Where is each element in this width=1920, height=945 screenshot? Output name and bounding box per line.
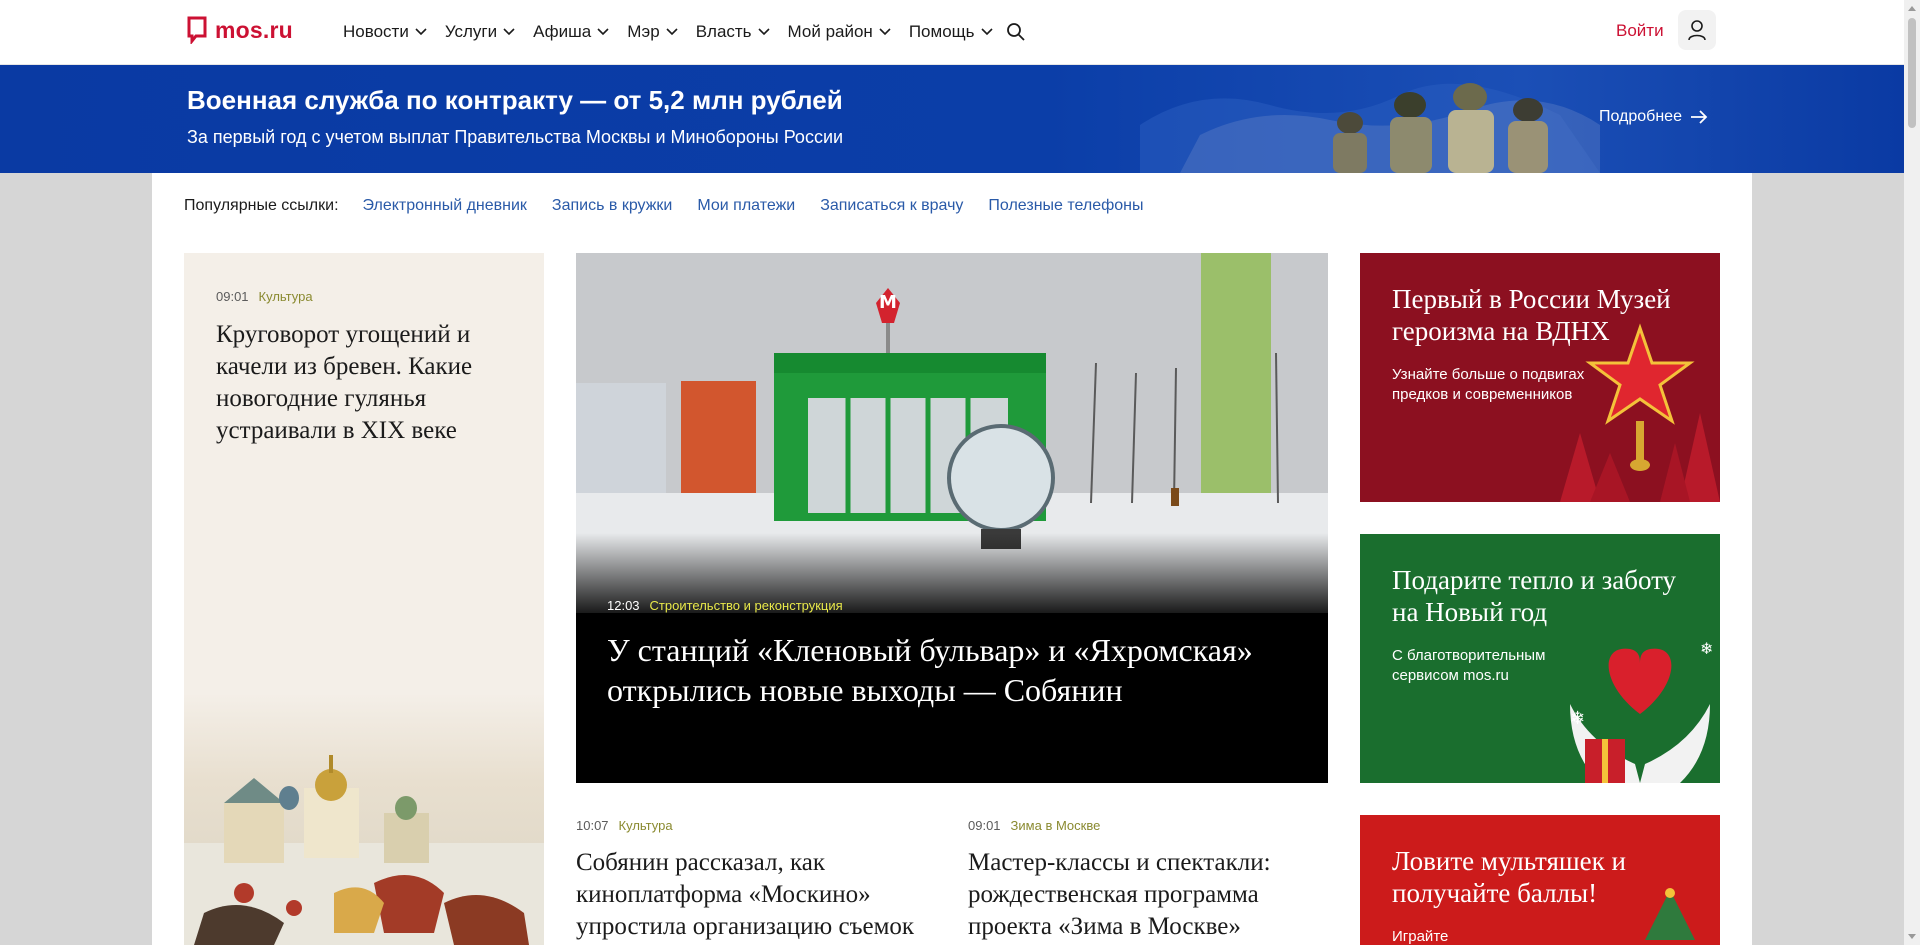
news-title: У станций «Кленовый бульвар» и «Яхромска… [607,632,1253,708]
popular-link-doctor[interactable]: Записаться к врачу [820,197,963,215]
page-scrollbar[interactable] [1904,0,1920,945]
promo-subtitle: Узнайте больше о подвигах предков и совр… [1392,366,1585,403]
news-category[interactable]: Строительство и реконструкция [650,598,843,613]
chevron-down-icon [415,28,427,36]
popular-link-clubs[interactable]: Запись в кружки [552,197,672,215]
nav-label: Услуги [444,22,498,41]
news-category[interactable]: Зима в Москве [1011,818,1101,833]
speech-bubble-logo-icon [187,16,207,44]
news-item-winter-moscow[interactable]: 09:01 Зима в Москве Мастер-классы и спек… [968,818,1328,943]
news-time: 09:01 [968,818,1001,833]
contract-service-banner[interactable]: Военная служба по контракту — от 5,2 млн… [0,65,1904,173]
news-meta: 10:07 Культура [576,818,936,833]
banner-subtitle: За первый год с учетом выплат Правительс… [187,127,844,147]
news-time: 10:07 [576,818,609,833]
nav-afisha[interactable]: Афиша [533,22,609,42]
nav-label: Афиша [533,22,592,41]
promo-subtitle: Играйте [1392,928,1449,945]
scroll-down-arrow-icon[interactable] [1908,934,1916,939]
scroll-thumb[interactable] [1908,18,1916,128]
logo-text: mos.ru [215,16,293,43]
chevron-down-icon [879,28,891,36]
news-category[interactable]: Культура [619,818,673,833]
nav-label: Мэр [627,22,660,41]
news-time: 09:01 [216,289,249,304]
svg-text:M: M [879,292,897,313]
nav-mayor[interactable]: Мэр [627,22,678,42]
news-title: Круговорот угощений и качели из бревен. … [216,321,473,444]
nav-my-district[interactable]: Мой район [788,22,891,42]
news-title: Собянин рассказал, как киноплатформа «Мо… [576,849,915,940]
svg-text:❄: ❄ [1570,708,1585,728]
nav-government[interactable]: Власть [696,22,770,42]
promo-title: Первый в России Музей героизма на ВДНХ [1392,284,1671,346]
nav-label: Помощь [908,22,975,41]
banner-more-link[interactable]: Подробнее [1599,108,1708,126]
news-meta: 09:01 Зима в Москве [968,818,1328,833]
search-icon[interactable] [1006,22,1026,42]
chevron-down-icon [757,28,770,36]
popular-link-phones[interactable]: Полезные телефоны [988,197,1143,215]
news-card-metro-main[interactable]: M 12:03 Строительство и реконструкция У … [576,253,1328,783]
news-time: 12:03 [607,598,640,613]
promo-subtitle: С благотворительным сервисом mos.ru [1392,647,1546,684]
arrow-right-icon [1690,110,1708,124]
promo-heroism-museum[interactable]: Первый в России Музей героизма на ВДНХ У… [1360,253,1720,502]
login-link[interactable]: Войти [1616,21,1664,41]
banner-more-label: Подробнее [1599,108,1682,125]
svg-text:❄: ❄ [1700,641,1713,658]
popular-link-e-diary[interactable]: Электронный дневник [363,197,527,215]
user-icon [1688,20,1706,41]
scroll-up-arrow-icon[interactable] [1908,6,1916,11]
banner-title: Военная служба по контракту — от 5,2 млн… [187,85,843,115]
news-title: Мастер-классы и спектакли: рождественска… [968,849,1271,940]
nav-news[interactable]: Новости [343,22,427,42]
user-profile-button[interactable] [1678,10,1716,50]
site-header: mos.ru Новости Услуги Афиша Мэр Власть М… [0,0,1904,65]
news-card-culture-feature[interactable]: 09:01 Культура Круговорот угощений и кач… [184,253,544,945]
site-logo[interactable]: mos.ru [187,16,293,44]
promo-charity-new-year[interactable]: ❄ ❄ Подарите тепло и заботу на Новый год… [1360,534,1720,783]
main-nav: Новости Услуги Афиша Мэр Власть Мой райо… [343,0,1011,64]
popular-link-payments[interactable]: Мои платежи [697,197,795,215]
popular-links: Популярные ссылки: Электронный дневник З… [184,197,1169,215]
promo-title: Подарите тепло и заботу на Новый год [1392,565,1677,627]
news-category[interactable]: Культура [259,289,313,304]
chevron-down-icon [980,28,993,36]
nav-services[interactable]: Услуги [445,22,515,42]
chevron-down-icon [597,28,609,36]
news-item-moskino[interactable]: 10:07 Культура Собянин рассказал, как ки… [576,818,936,943]
nav-label: Мой район [787,22,873,41]
nav-label: Новости [343,22,409,41]
nav-help[interactable]: Помощь [909,22,993,42]
soldiers-illustration [1140,83,1600,173]
promo-title: Ловите мультяшек и получайте баллы! [1392,846,1626,908]
chevron-down-icon [666,28,678,36]
winter-festival-painting [184,693,544,945]
news-meta: 12:03 Строительство и реконструкция [607,598,843,613]
nav-label: Власть [695,22,752,41]
news-meta: 09:01 Культура [216,289,313,304]
promo-cartoon-game[interactable]: Ловите мультяшек и получайте баллы! Игра… [1360,815,1720,945]
chevron-down-icon [503,28,515,36]
popular-links-label: Популярные ссылки: [184,197,339,214]
